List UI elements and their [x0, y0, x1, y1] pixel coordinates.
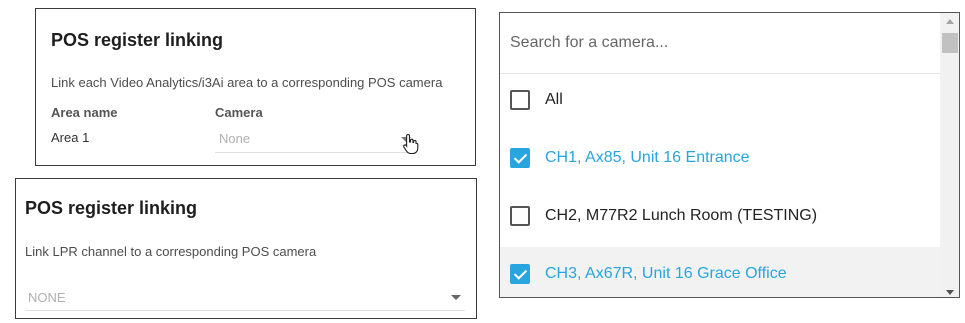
panel-title: POS register linking [25, 198, 198, 218]
option-label: All [545, 91, 563, 108]
lpr-linking-panel: POS register linking Link LPR channel to… [15, 178, 477, 319]
select-underline [25, 310, 465, 311]
camera-option-ch3[interactable]: CH3, Ax67R, Unit 16 Grace Office [500, 247, 940, 297]
panel-description: Link each Video Analytics/i3Ai area to a… [51, 75, 443, 90]
column-header-camera: Camera [215, 105, 263, 120]
checkbox-checked-icon[interactable] [510, 148, 530, 168]
scroll-down-arrow-icon[interactable] [946, 290, 954, 295]
camera-select-value: NONE [28, 290, 66, 305]
panel-title: POS register linking [51, 30, 224, 50]
search-input[interactable]: Search for a camera... [500, 13, 940, 74]
search-placeholder: Search for a camera... [510, 34, 669, 51]
scrollbar[interactable] [940, 13, 959, 297]
camera-select[interactable]: None [215, 125, 415, 153]
area-name-cell: Area 1 [51, 130, 90, 145]
camera-option-ch1[interactable]: CH1, Ax85, Unit 16 Entrance [500, 131, 940, 189]
checkbox-icon[interactable] [510, 90, 530, 110]
camera-option-ch2[interactable]: CH2, M77R2 Lunch Room (TESTING) [500, 189, 940, 247]
option-label: CH2, M77R2 Lunch Room (TESTING) [545, 207, 818, 224]
camera-dropdown-panel: Search for a camera... All CH1, Ax85, Un… [499, 12, 960, 298]
camera-option-all[interactable]: All [500, 73, 940, 131]
camera-select-value: None [219, 131, 251, 146]
select-underline [215, 152, 415, 153]
scrollbar-thumb[interactable] [942, 33, 958, 53]
lpr-camera-select[interactable]: NONE [25, 283, 465, 311]
chevron-down-icon [451, 295, 461, 300]
hand-pointer-icon [403, 133, 419, 155]
option-label: CH1, Ax85, Unit 16 Entrance [545, 149, 750, 166]
checkbox-checked-icon[interactable] [510, 264, 530, 284]
column-header-area-name: Area name [51, 105, 118, 120]
area-linking-panel: POS register linking Link each Video Ana… [35, 8, 476, 166]
panel-description: Link LPR channel to a corresponding POS … [25, 244, 317, 259]
option-label: CH3, Ax67R, Unit 16 Grace Office [545, 265, 787, 282]
checkbox-icon[interactable] [510, 206, 530, 226]
scroll-up-arrow-icon[interactable] [946, 19, 954, 24]
